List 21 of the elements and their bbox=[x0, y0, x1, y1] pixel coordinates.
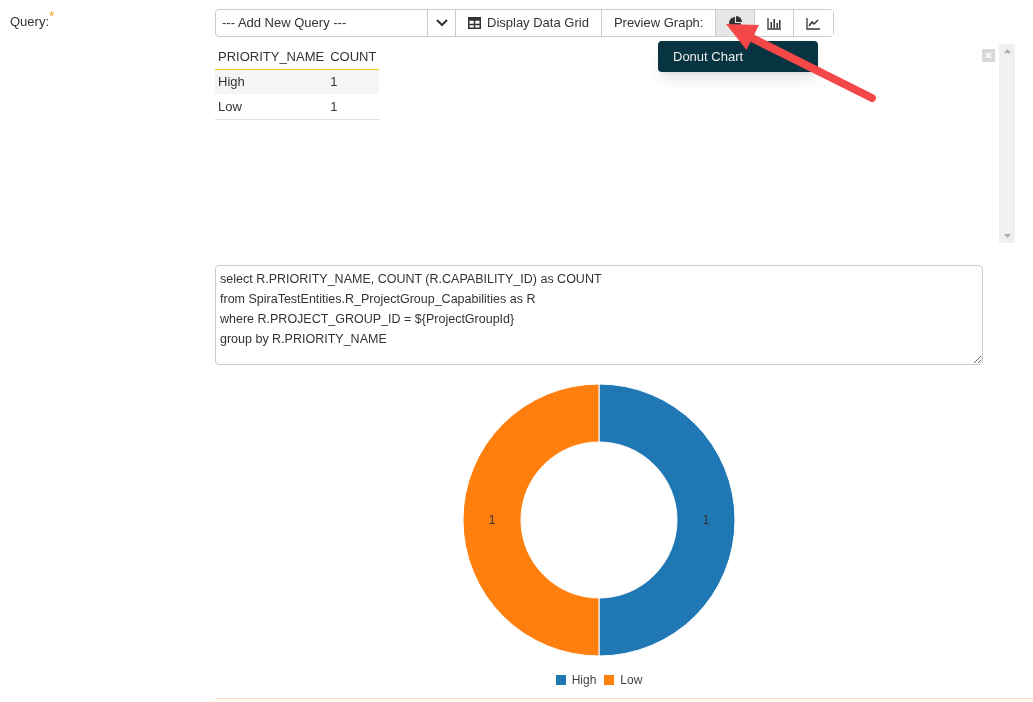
table-cell: High bbox=[215, 69, 328, 94]
legend-label: Low bbox=[620, 672, 643, 689]
table-icon bbox=[468, 17, 481, 29]
sql-query-field[interactable]: select R.PRIORITY_NAME, COUNT (R.CAPABILITY_ID) as COUNT from SpiraTestEntities.R_ProjectGroup_Capabilities as R where R.PROJECT_GROUP_ID = ${ProjectGroupId} group by R.PRIORITY_NAME bbox=[215, 265, 983, 365]
column-header: COUNT bbox=[327, 44, 380, 69]
table-cell: 1 bbox=[327, 69, 380, 94]
legend-swatch bbox=[604, 675, 615, 685]
slice-value-label: 1 bbox=[488, 513, 496, 527]
table-cell: 1 bbox=[327, 94, 380, 119]
required-mark: * bbox=[49, 9, 55, 23]
bar-chart-icon bbox=[766, 16, 782, 30]
field-label: Query: bbox=[10, 13, 49, 31]
column-header: PRIORITY_NAME bbox=[215, 44, 328, 69]
table-cell: Low bbox=[215, 94, 328, 119]
slice-value-label: 1 bbox=[702, 513, 710, 527]
display-data-grid-button[interactable]: Display Data Grid bbox=[456, 10, 602, 36]
caret-icon bbox=[435, 19, 448, 27]
query-select[interactable]: --- Add New Query --- bbox=[216, 10, 428, 36]
legend-label: High bbox=[571, 672, 597, 689]
legend-swatch bbox=[555, 675, 566, 685]
line-chart-icon bbox=[806, 16, 822, 30]
